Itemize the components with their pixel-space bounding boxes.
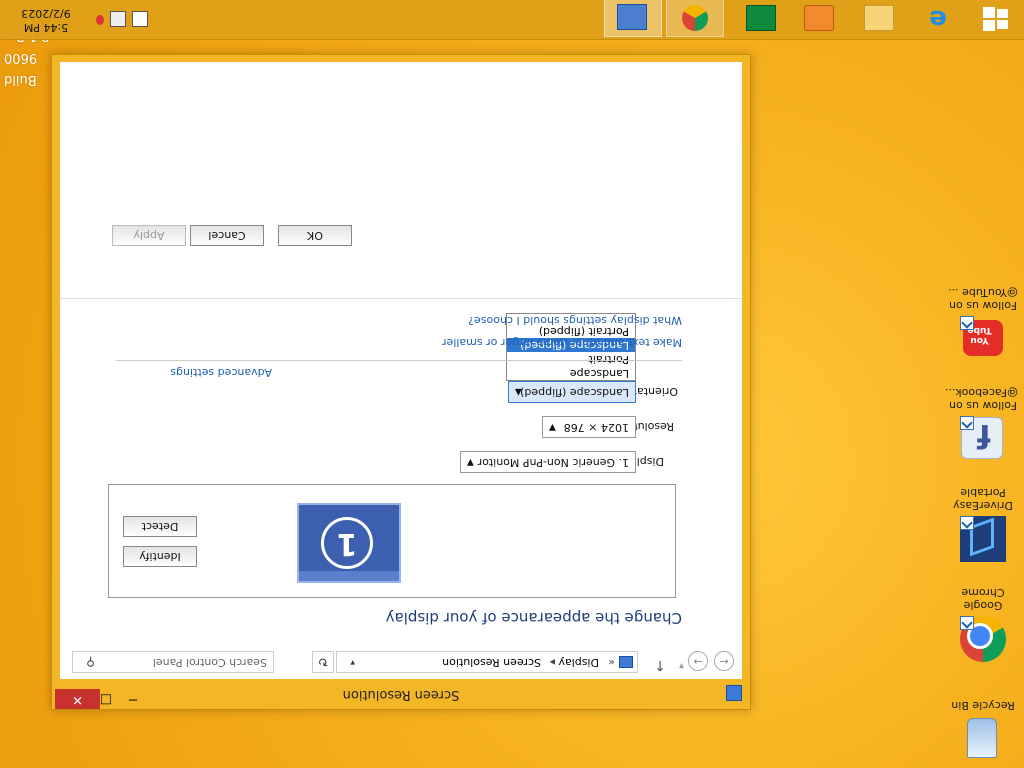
orientation-value: Landscape (flipped) [520,386,629,399]
action-center-icon[interactable] [96,15,104,25]
taskbar-file-explorer[interactable] [852,1,908,37]
address-field[interactable]: « Display ▸ Screen Resolution ▾ [336,651,638,673]
taskbar-ie[interactable]: e [910,1,966,37]
cancel-button[interactable]: Cancel [190,225,264,246]
display-select[interactable]: 1. Generic Non-PnP Monitor ▼ [460,451,636,473]
title-bar[interactable]: Screen Resolution − □ ✕ [52,679,750,709]
google-chrome-shortcut[interactable]: Google Chrome [948,586,1018,662]
start-button[interactable] [968,1,1024,37]
chrome-icon [682,5,708,31]
facebook-icon: f [960,416,1006,462]
page-heading: Change the appearance of your display [385,609,682,627]
recycle-bin-icon [960,716,1006,762]
resolution-select[interactable]: 1024 × 768 ▼ [542,416,636,438]
windows-logo-icon [982,7,1010,31]
apply-button[interactable]: Apply [112,225,186,246]
youtube-shortcut[interactable]: You Tube Follow us on @YouTube ... [948,286,1018,362]
taskbar-media[interactable] [792,1,848,37]
up-button[interactable]: ↑ [654,657,666,673]
breadcrumb-current[interactable]: Screen Resolution [442,652,541,672]
recycle-bin-label: Recycle Bin [951,699,1015,712]
chevron-down-icon: ▼ [467,457,474,467]
network-icon[interactable] [132,11,148,27]
taskbar-chrome[interactable] [666,0,724,37]
chevron-up-icon: ▲ [515,387,522,397]
help-link[interactable]: What display settings should I choose? [468,314,682,327]
breadcrumb-display[interactable]: Display [558,652,599,672]
minimize-button[interactable]: − [121,689,145,709]
identify-button[interactable]: Identify [123,546,197,567]
control-panel-icon [617,4,647,30]
orientation-option-portrait[interactable]: Portrait [507,352,635,366]
monitor-number: 1 [321,517,373,569]
address-bar: ← → ▾ ↑ « Display ▸ Screen Resolution ▾ … [60,645,742,679]
refresh-button[interactable]: ↻ [312,651,334,673]
drivereasy-shortcut[interactable]: DriverEasy Portable [948,486,1018,562]
chevron-down-icon: ▼ [549,422,556,432]
facebook-shortcut[interactable]: f Follow us on @Facebook... [944,386,1018,462]
taskbar-store[interactable] [734,1,790,37]
orientation-select[interactable]: Landscape (flipped) ▲ [508,381,636,403]
search-placeholder: Search Control Panel [152,656,267,669]
screen-resolution-window: Screen Resolution − □ ✕ ← → ▾ ↑ « Displa… [51,54,751,710]
drivereasy-label: DriverEasy Portable [953,486,1013,512]
recent-chevron-icon[interactable]: ▾ [679,660,684,671]
breadcrumb-separator: ▸ [549,656,555,669]
divider [116,360,682,361]
text-size-link[interactable]: Make text and other items larger or smal… [442,336,682,349]
folder-icon [864,5,894,31]
youtube-icon: You Tube [960,316,1006,362]
back-button[interactable]: ← [714,651,734,671]
drivereasy-icon [960,516,1006,562]
volume-muted-icon[interactable] [110,11,126,27]
search-icon[interactable]: ⚲ [86,652,95,672]
desktop: Recycle Bin Google Chrome DriverEasy Por… [0,0,1024,768]
ok-button[interactable]: OK [278,225,352,246]
dialog-footer: OK Cancel Apply [60,62,742,299]
media-icon [804,5,834,31]
taskbar-control-panel[interactable] [604,0,662,37]
chrome-label: Google Chrome [961,586,1005,612]
close-button[interactable]: ✕ [55,689,100,709]
forward-button[interactable]: → [688,651,708,671]
window-title: Screen Resolution [342,687,460,702]
orientation-option-landscape[interactable]: Landscape [507,366,635,380]
internet-explorer-icon: e [929,4,947,34]
clock-time: 5:44 PM [23,21,69,34]
youtube-label: Follow us on @YouTube ... [948,286,1018,312]
store-icon [746,5,776,31]
breadcrumb-overflow[interactable]: « [608,652,615,672]
address-dropdown-icon[interactable]: ▾ [350,652,355,672]
resolution-value: 1024 × 768 [563,421,629,434]
taskbar: e 5:44 PM 9/2/2023 [0,0,1024,40]
monitor-preview[interactable]: 1 [297,503,401,583]
control-panel-small-icon [619,656,633,668]
clock-date: 9/2/2023 [21,7,71,20]
chrome-icon [960,616,1006,662]
recycle-bin-shortcut[interactable]: Recycle Bin [948,699,1018,762]
clock[interactable]: 5:44 PM 9/2/2023 [6,6,86,34]
facebook-label: Follow us on @Facebook... [944,386,1018,412]
advanced-settings-link[interactable]: Advanced settings [170,366,272,379]
window-content: ← → ▾ ↑ « Display ▸ Screen Resolution ▾ … [60,62,742,679]
monitor-panel: Identify Detect 1 [108,484,676,598]
search-input[interactable]: Search Control Panel ⚲ [72,651,274,673]
detect-button[interactable]: Detect [123,516,197,537]
display-value: 1. Generic Non-PnP Monitor [477,456,629,469]
